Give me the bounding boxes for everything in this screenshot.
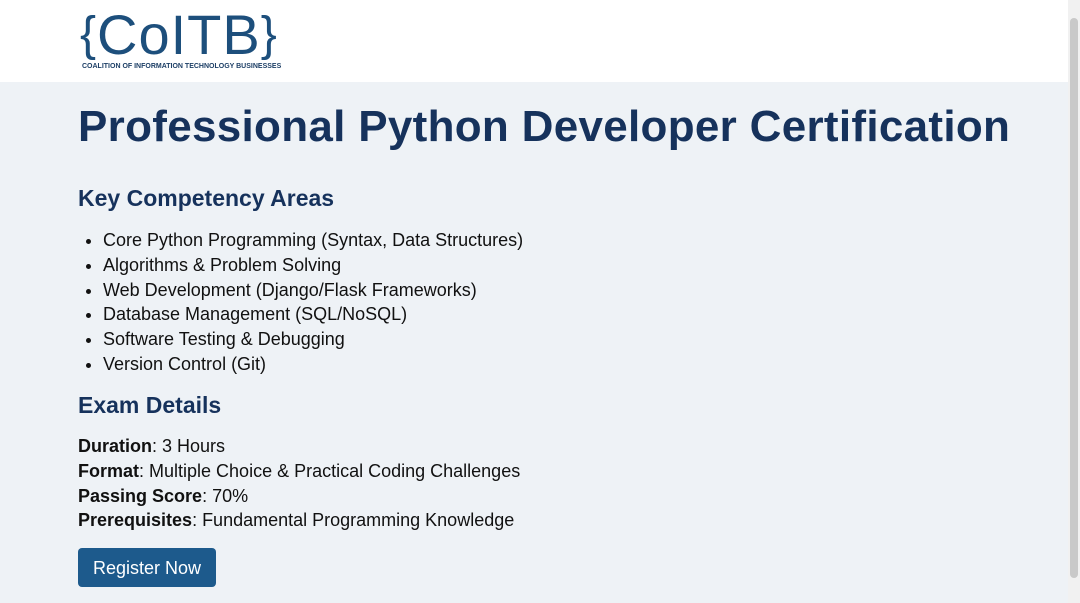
competency-heading: Key Competency Areas [78, 185, 335, 211]
list-item: Software Testing & Debugging [103, 327, 523, 352]
page-scrollbar[interactable] [1068, 0, 1080, 603]
logo-brace-close: } [260, 8, 278, 61]
coitb-logo[interactable]: {CoITB} COALITION OF INFORMATION TECHNOL… [80, 4, 310, 74]
exam-details-heading: Exam Details [78, 392, 222, 418]
detail-row-format: Format: Multiple Choice & Practical Codi… [78, 459, 520, 484]
list-item: Version Control (Git) [103, 352, 523, 377]
logo-tagline: COALITION OF INFORMATION TECHNOLOGY BUSI… [82, 63, 282, 70]
detail-value: : Multiple Choice & Practical Coding Cha… [139, 460, 521, 481]
detail-row-passing-score: Passing Score: 70% [78, 484, 520, 509]
detail-value: : 70% [202, 485, 249, 506]
competency-list: Core Python Programming (Syntax, Data St… [78, 228, 523, 377]
scrollbar-thumb[interactable] [1070, 18, 1078, 578]
detail-label: Prerequisites [78, 510, 193, 531]
detail-row-prerequisites: Prerequisites: Fundamental Programming K… [78, 508, 520, 533]
detail-label: Duration [78, 436, 152, 456]
list-item: Database Management (SQL/NoSQL) [103, 302, 523, 327]
detail-row-duration: Duration: 3 Hours [78, 434, 520, 459]
exam-details: Duration: 3 Hours Format: Multiple Choic… [78, 434, 520, 533]
logo-text: CoITB [97, 3, 261, 66]
detail-label: Passing Score [78, 485, 203, 506]
logo-wordmark: {CoITB} [80, 4, 278, 70]
logo-brace-open: { [80, 8, 98, 61]
site-header: {CoITB} COALITION OF INFORMATION TECHNOL… [0, 0, 1068, 82]
detail-value: : 3 Hours [152, 436, 226, 456]
detail-value: : Fundamental Programming Knowledge [192, 510, 515, 531]
list-item: Algorithms & Problem Solving [103, 253, 523, 278]
list-item: Web Development (Django/Flask Frameworks… [103, 278, 523, 303]
detail-label: Format [78, 460, 140, 481]
list-item: Core Python Programming (Syntax, Data St… [103, 228, 523, 253]
page-title: Professional Python Developer Certificat… [78, 102, 1011, 151]
register-now-button[interactable]: Register Now [78, 548, 216, 587]
